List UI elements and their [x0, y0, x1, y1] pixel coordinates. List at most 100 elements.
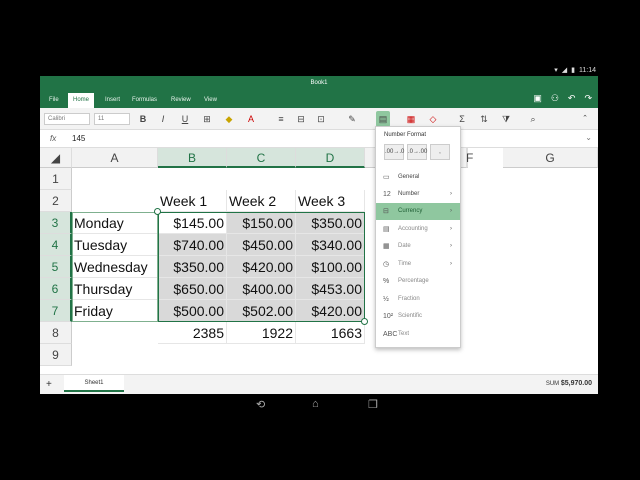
share-icon[interactable]: ⚇ [551, 93, 559, 104]
underline-icon[interactable]: U [178, 111, 192, 127]
row-header-2[interactable]: 2 [40, 190, 72, 212]
format-percentage[interactable]: % Percentage [376, 273, 460, 290]
italic-icon[interactable]: I [156, 111, 170, 127]
value-cell[interactable]: $350.00 [296, 212, 365, 234]
comma-style-button[interactable]: , [430, 144, 450, 160]
chevron-right-icon: › [450, 191, 452, 197]
day-cell[interactable]: Friday [72, 300, 158, 322]
row-header-8[interactable]: 8 [40, 322, 72, 344]
row-header-5[interactable]: 5 [40, 256, 72, 278]
fx-icon[interactable]: fx [50, 134, 56, 143]
day-cell[interactable]: Thursday [72, 278, 158, 300]
redo-icon[interactable]: ↷ [584, 93, 592, 104]
day-cell[interactable]: Monday [72, 212, 158, 234]
scientific-icon: 10² [383, 313, 394, 320]
format-currency[interactable]: ⊟ Currency › [376, 203, 460, 220]
header-cell-week1[interactable]: Week 1 [158, 190, 227, 212]
filter-icon[interactable]: ⧩ [499, 111, 513, 127]
sort-icon[interactable]: ⇅ [477, 111, 491, 127]
value-cell[interactable]: $400.00 [227, 278, 296, 300]
format-scientific[interactable]: 10² Scientific [376, 308, 460, 325]
column-header-d[interactable]: D [296, 148, 365, 168]
tab-view[interactable]: View [199, 93, 222, 108]
column-header-a[interactable]: A [72, 148, 158, 168]
workbook-title: Book1 [310, 80, 328, 86]
value-cell[interactable]: $350.00 [158, 256, 227, 278]
day-cell[interactable]: Tuesday [72, 234, 158, 256]
formula-input[interactable]: 145 [72, 134, 85, 143]
value-cell[interactable]: $740.00 [158, 234, 227, 256]
row-header-1[interactable]: 1 [40, 168, 72, 190]
font-color-icon[interactable]: A [244, 111, 258, 127]
value-cell[interactable]: $145.00 [158, 212, 227, 234]
find-icon[interactable]: ⌕ [526, 111, 540, 127]
bold-icon[interactable]: B [136, 111, 150, 127]
format-number[interactable]: 12 Number › [376, 186, 460, 203]
value-cell[interactable]: $100.00 [296, 256, 365, 278]
chevron-down-icon[interactable]: ⌄ [585, 133, 592, 142]
column-header-b[interactable]: B [158, 148, 227, 168]
merge-icon[interactable]: ⊡ [314, 111, 328, 127]
column-header-g[interactable]: G [503, 148, 598, 168]
recents-icon[interactable]: ❐ [368, 398, 378, 411]
format-general[interactable]: ▭ General [376, 169, 460, 186]
collapse-ribbon-icon[interactable]: ⌃ [578, 111, 592, 127]
value-cell[interactable]: $502.00 [227, 300, 296, 322]
align-left-icon[interactable]: ≡ [274, 111, 288, 127]
value-cell[interactable]: $650.00 [158, 278, 227, 300]
total-cell[interactable]: 2385 [158, 322, 227, 344]
autosum-icon[interactable]: Σ [455, 111, 469, 127]
total-cell[interactable]: 1663 [296, 322, 365, 344]
tab-formulas[interactable]: Formulas [127, 93, 162, 108]
row-header-6[interactable]: 6 [40, 278, 72, 300]
select-all-corner[interactable]: ◢ [40, 148, 72, 168]
chevron-right-icon: › [450, 208, 452, 214]
back-icon[interactable]: ⟲ [256, 398, 265, 411]
value-cell[interactable]: $420.00 [227, 256, 296, 278]
value-cell[interactable]: $150.00 [227, 212, 296, 234]
row-header-3[interactable]: 3 [40, 212, 72, 234]
format-date[interactable]: ▦ Date › [376, 238, 460, 255]
tab-insert[interactable]: Insert [100, 93, 125, 108]
row-header-7[interactable]: 7 [40, 300, 72, 322]
currency-icon: ⊟ [383, 208, 389, 215]
column-header-c[interactable]: C [227, 148, 296, 168]
format-accounting[interactable]: ▤ Accounting › [376, 221, 460, 238]
wrap-text-icon[interactable]: ⊟ [294, 111, 308, 127]
format-fraction[interactable]: ½ Fraction [376, 291, 460, 308]
undo-icon[interactable]: ↶ [568, 93, 576, 104]
tab-home[interactable]: Home [68, 93, 95, 108]
borders-icon[interactable]: ⊞ [200, 111, 214, 127]
value-cell[interactable]: $453.00 [296, 278, 365, 300]
header-cell-week2[interactable]: Week 2 [227, 190, 296, 212]
fill-color-icon[interactable]: ◆ [222, 111, 236, 127]
text-icon: ABC [383, 331, 398, 338]
sheet-tab-sheet1[interactable]: Sheet1 [64, 375, 124, 392]
increase-decimal-button[interactable]: .0→.00 [407, 144, 427, 160]
tab-file[interactable]: File [44, 93, 64, 108]
row-header-9[interactable]: 9 [40, 344, 72, 366]
value-cell[interactable]: $420.00 [296, 300, 365, 322]
conditional-format-icon[interactable]: ▦ [404, 111, 418, 127]
format-time[interactable]: ◷ Time › [376, 256, 460, 273]
value-cell[interactable]: $450.00 [227, 234, 296, 256]
add-sheet-button[interactable]: + [46, 379, 52, 390]
clear-icon[interactable]: ◇ [426, 111, 440, 127]
value-cell[interactable]: $340.00 [296, 234, 365, 256]
font-size-box[interactable]: 11 [94, 113, 130, 125]
value-cell[interactable]: $500.00 [158, 300, 227, 322]
decrease-decimal-button[interactable]: .00→.0 [384, 144, 404, 160]
format-text[interactable]: ABC Text [376, 326, 460, 343]
selection-handle-top[interactable] [154, 208, 161, 215]
save-icon[interactable]: ▣ [533, 93, 542, 104]
header-cell-week3[interactable]: Week 3 [296, 190, 365, 212]
row-header-4[interactable]: 4 [40, 234, 72, 256]
home-icon[interactable]: ⌂ [312, 398, 319, 410]
tab-review[interactable]: Review [166, 93, 196, 108]
selection-handle-bottom[interactable] [361, 318, 368, 325]
day-cell[interactable]: Wednesday [72, 256, 158, 278]
number-format-icon[interactable]: ▤ [376, 111, 390, 127]
font-name-box[interactable]: Calibri [44, 113, 90, 125]
cell-styles-icon[interactable]: ✎ [345, 111, 359, 127]
total-cell[interactable]: 1922 [227, 322, 296, 344]
